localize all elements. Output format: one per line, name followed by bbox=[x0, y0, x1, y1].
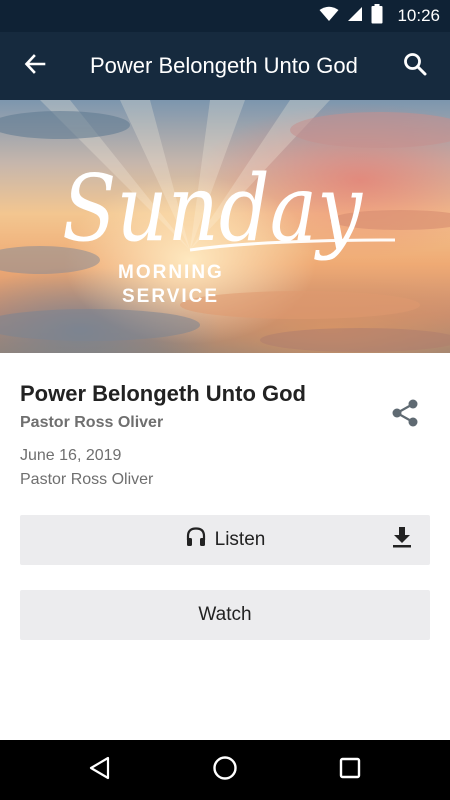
nav-home-button[interactable] bbox=[211, 755, 239, 786]
hero-line-morning: MORNING bbox=[118, 262, 224, 283]
watch-button[interactable]: Watch bbox=[20, 590, 430, 640]
watch-label: Watch bbox=[198, 604, 252, 625]
app-bar: Power Belongeth Unto God bbox=[0, 32, 450, 100]
search-button[interactable] bbox=[398, 49, 432, 83]
listen-button[interactable]: Listen bbox=[20, 515, 430, 565]
nav-recents-icon bbox=[339, 757, 361, 784]
status-time: 10:26 bbox=[397, 6, 440, 25]
search-icon bbox=[403, 52, 427, 81]
sermon-date: June 16, 2019 bbox=[20, 447, 122, 464]
download-button[interactable] bbox=[390, 526, 414, 554]
back-button[interactable] bbox=[18, 49, 52, 83]
hero-image: Sunday MORNING SERVICE bbox=[0, 100, 450, 353]
status-bar: 10:26 bbox=[0, 0, 450, 32]
screen: 10:26 Power Belongeth Unto God Sunday MO… bbox=[0, 0, 450, 800]
nav-home-icon bbox=[212, 755, 238, 786]
listen-label: Listen bbox=[214, 529, 266, 550]
download-icon bbox=[391, 526, 413, 554]
hero-line-service: SERVICE bbox=[122, 286, 219, 307]
nav-back-icon bbox=[88, 756, 112, 785]
nav-recents-button[interactable] bbox=[336, 756, 364, 784]
app-bar-title: Power Belongeth Unto God bbox=[90, 53, 358, 78]
wifi-icon bbox=[319, 6, 339, 27]
sermon-title: Power Belongeth Unto God bbox=[20, 381, 306, 406]
status-icons: 10:26 bbox=[319, 0, 440, 32]
signal-icon bbox=[347, 6, 363, 27]
system-nav-bar bbox=[0, 740, 450, 800]
arrow-back-icon bbox=[24, 53, 46, 80]
sermon-speaker-detail: Pastor Ross Oliver bbox=[20, 471, 154, 488]
sermon-details: Power Belongeth Unto God Pastor Ross Oli… bbox=[20, 378, 430, 492]
nav-back-button[interactable] bbox=[86, 756, 114, 784]
headphones-icon bbox=[185, 526, 207, 554]
sermon-speaker: Pastor Ross Oliver bbox=[20, 414, 164, 431]
listen-content: Listen bbox=[185, 526, 266, 554]
share-button[interactable] bbox=[388, 398, 422, 432]
share-icon bbox=[390, 398, 420, 433]
battery-icon bbox=[371, 3, 383, 29]
